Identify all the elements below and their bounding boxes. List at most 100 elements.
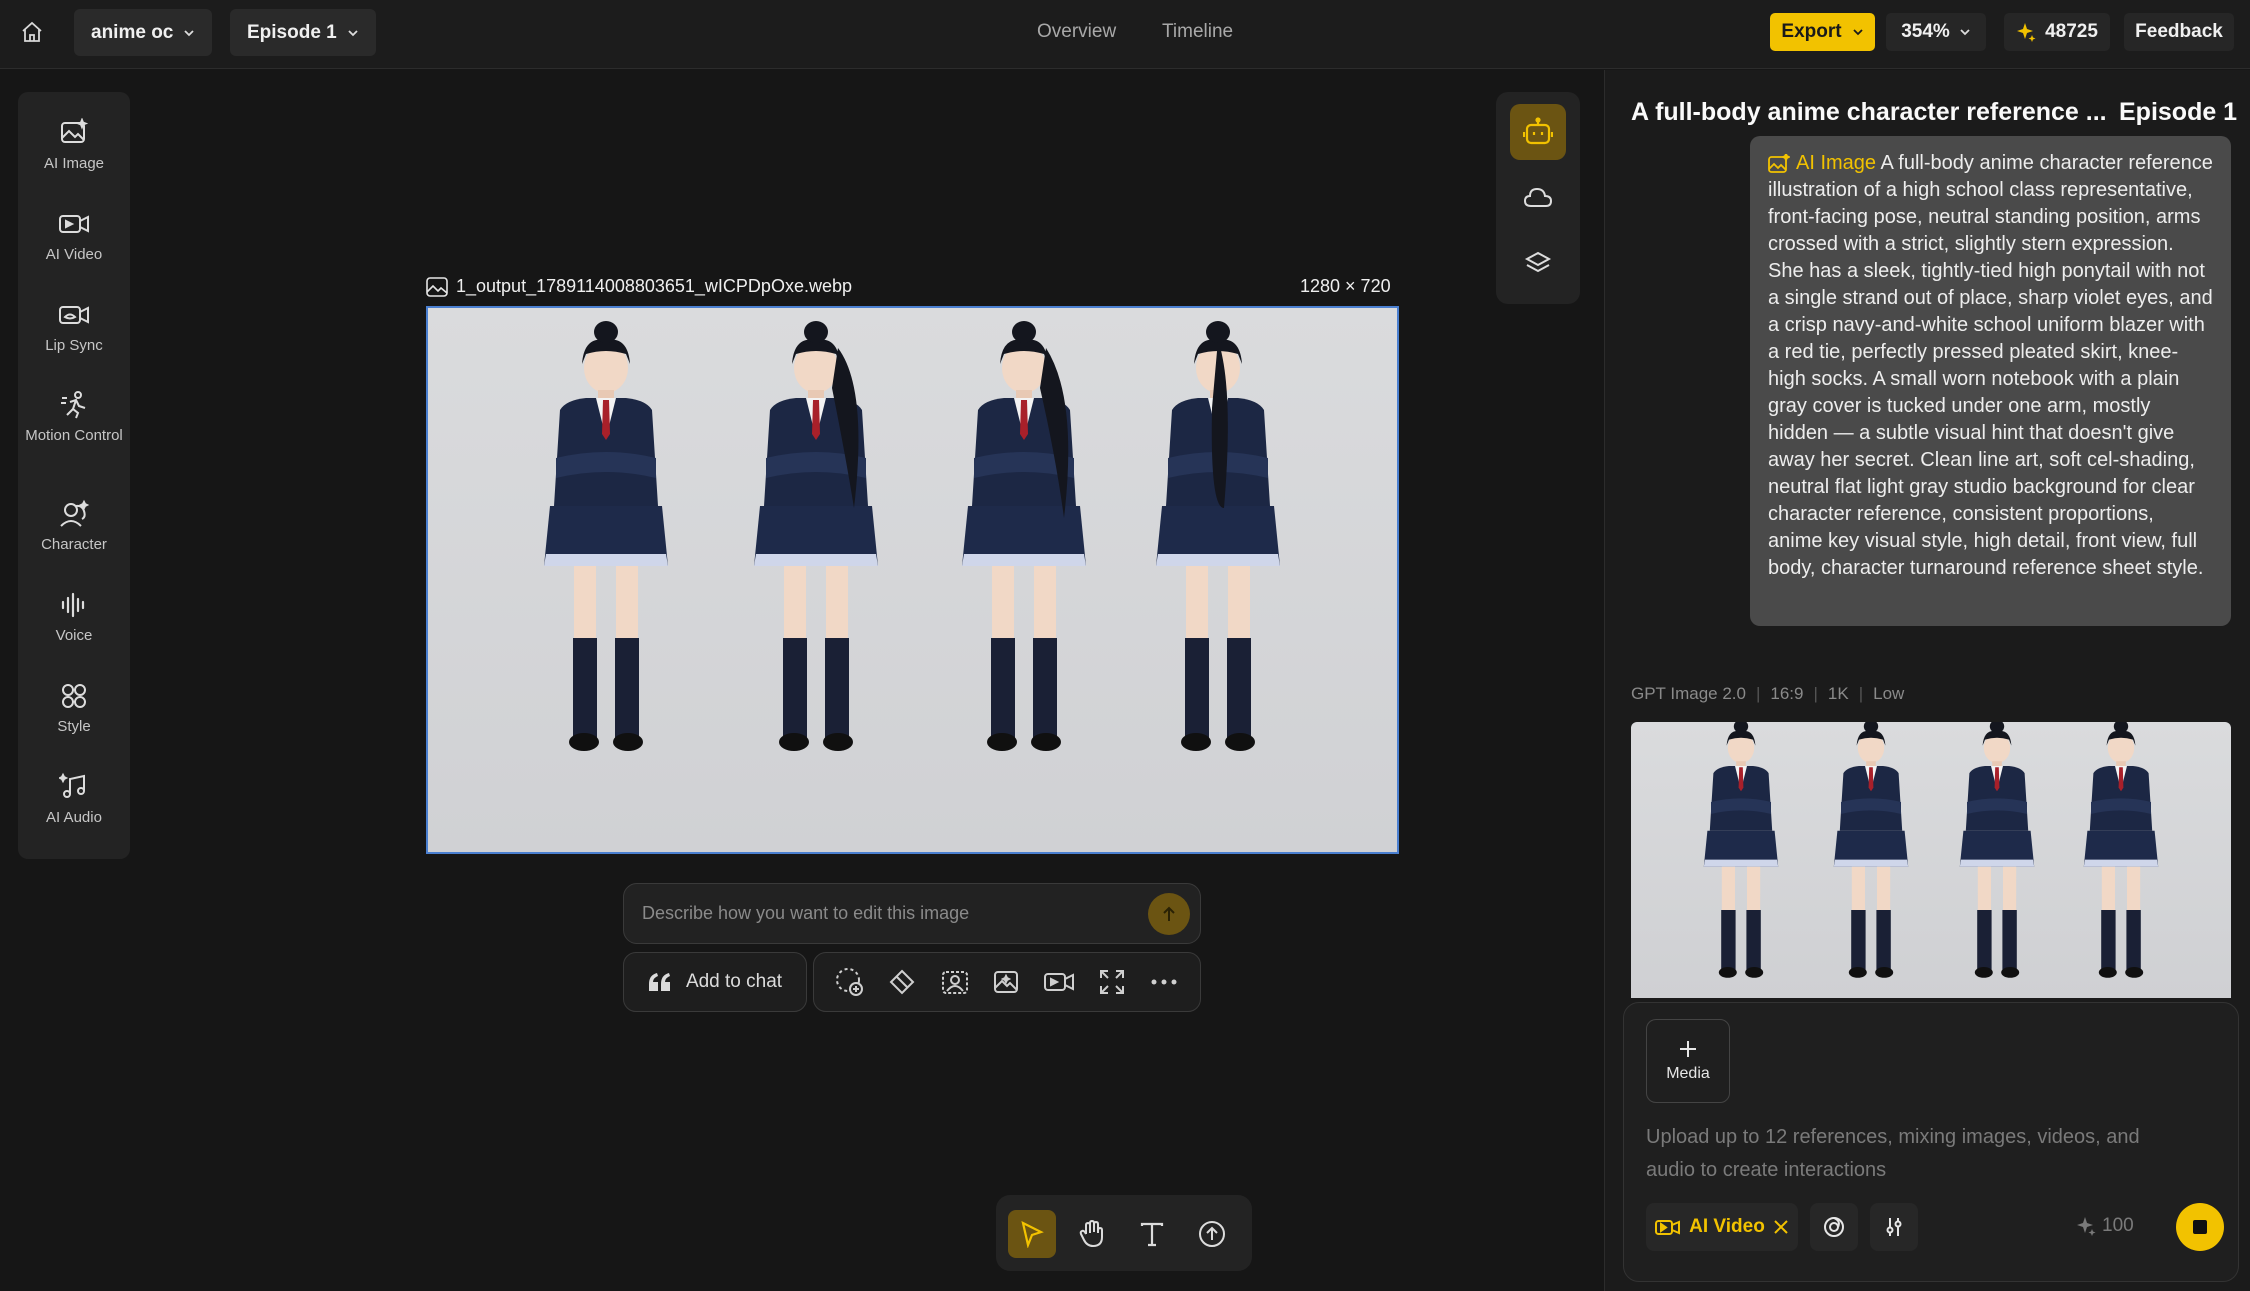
feedback-label: Feedback (2135, 21, 2223, 42)
select-area-tool[interactable] (832, 964, 868, 1000)
episode-selector[interactable]: Episode 1 (230, 9, 376, 56)
edit-image-input[interactable]: Describe how you want to edit this image (623, 883, 1201, 944)
chevron-down-icon (184, 29, 195, 36)
image-tool-row (813, 952, 1201, 1012)
export-button[interactable]: Export (1770, 13, 1875, 51)
sidebar-item-motion-control[interactable]: Motion Control (18, 390, 130, 445)
character-icon (60, 499, 90, 527)
mode-chip-ai-video[interactable]: AI Video (1646, 1203, 1798, 1251)
composer-input[interactable]: Upload up to 12 references, mixing image… (1646, 1121, 2186, 1187)
mode-label: AI Video (1689, 1216, 1765, 1237)
add-media-button[interactable]: Media (1646, 1019, 1730, 1103)
stop-icon (2193, 1220, 2207, 1234)
hand-icon (1079, 1219, 1103, 1248)
edit-image-placeholder: Describe how you want to edit this image (642, 903, 970, 923)
video-icon (1044, 973, 1075, 991)
plus-icon (1680, 1041, 1696, 1057)
chevron-down-icon (348, 29, 358, 36)
credits-count: 48725 (2045, 21, 2098, 42)
add-to-chat-button[interactable]: Add to chat (623, 952, 807, 1012)
openai-icon (1824, 1217, 1844, 1237)
ai-image-tag-label: AI Image (1796, 152, 1877, 174)
zoom-level: 354% (1901, 21, 1950, 42)
sidebar-label: Motion Control (25, 427, 123, 444)
image-to-image-tool[interactable] (989, 964, 1025, 1000)
eraser-tool[interactable] (884, 964, 920, 1000)
ai-image-icon (1768, 153, 1790, 173)
text-tool[interactable] (1128, 1210, 1176, 1258)
composer-placeholder: Upload up to 12 references, mixing image… (1646, 1126, 2140, 1181)
feedback-button[interactable]: Feedback (2124, 13, 2234, 51)
sidebar-label: AI Video (45, 246, 103, 263)
upscale-tool[interactable] (1094, 964, 1130, 1000)
remove-background-icon (941, 971, 968, 994)
cloud-icon (1523, 187, 1553, 207)
remove-background-tool[interactable] (937, 964, 973, 1000)
style-icon (62, 684, 86, 708)
canvas-image[interactable] (426, 306, 1399, 854)
episode-name: Episode 1 (247, 21, 337, 43)
chat-composer: Media Upload up to 12 references, mixing… (1623, 1002, 2239, 1282)
stop-generation-button[interactable] (2176, 1203, 2224, 1251)
sidebar-label: AI Image (43, 155, 105, 172)
image-sparkle-icon (993, 971, 1018, 993)
layers-button[interactable] (1510, 236, 1566, 292)
canvas-filename: 1_output_1789114008803651_wICPDpOxe.webp (456, 276, 852, 296)
sidebar-item-ai-video[interactable]: AI Video (18, 209, 130, 264)
model-button[interactable] (1810, 1203, 1858, 1251)
meta-model: GPT Image 2.0 (1631, 684, 1746, 703)
ai-image-icon (61, 118, 89, 143)
sidebar-label: Character (41, 536, 107, 553)
settings-button[interactable] (1870, 1203, 1918, 1251)
quote-icon (648, 973, 670, 991)
media-label: Media (1666, 1065, 1710, 1082)
generated-image-thumbnail[interactable] (1631, 722, 2231, 998)
sidebar-item-lip-sync[interactable]: Lip Sync (18, 300, 130, 355)
cloud-button[interactable] (1510, 170, 1566, 226)
hand-tool[interactable] (1068, 1210, 1116, 1258)
sidebar-item-voice[interactable]: Voice (18, 590, 130, 645)
sidebar-item-character[interactable]: Character (18, 499, 130, 554)
project-selector[interactable]: anime oc (74, 9, 213, 56)
floating-toolbar (1496, 92, 1580, 304)
prompt-message: AI Image A full-body anime character ref… (1750, 136, 2231, 626)
close-icon[interactable] (1773, 1219, 1789, 1235)
cost-value: 100 (2102, 1215, 2134, 1236)
project-name: anime oc (91, 21, 174, 43)
cursor-icon (1021, 1220, 1044, 1248)
prompt-text: A full-body anime character reference il… (1768, 152, 2213, 579)
text-icon (1140, 1222, 1164, 1247)
generation-cost: 100 (2076, 1215, 2134, 1237)
sidebar-label: AI Audio (46, 809, 102, 826)
sidebar-label: Lip Sync (45, 337, 103, 354)
more-options-button[interactable] (1146, 964, 1182, 1000)
tab-timeline[interactable]: Timeline (1162, 21, 1233, 43)
image-to-video-tool[interactable] (1041, 964, 1077, 1000)
ai-audio-icon (59, 772, 85, 798)
meta-quality: Low (1873, 684, 1905, 703)
canvas-filename-row: 1_output_1789114008803651_wICPDpOxe.webp (426, 276, 852, 297)
sidebar-item-ai-audio[interactable]: AI Audio (18, 772, 130, 827)
image-icon (426, 276, 448, 297)
sidebar-label: Voice (55, 627, 93, 644)
sidebar-label: Style (57, 718, 91, 735)
pointer-tool[interactable] (1008, 1210, 1056, 1258)
tool-sidebar: AI Image AI Video Lip Sync Motion Contro… (18, 92, 130, 859)
sidebar-item-ai-image[interactable]: AI Image (18, 118, 130, 173)
expand-icon (1099, 970, 1124, 994)
layers-icon (1524, 251, 1552, 273)
zoom-selector[interactable]: 354% (1886, 13, 1986, 51)
ai-video-icon (59, 215, 89, 233)
upload-tool[interactable] (1188, 1210, 1236, 1258)
tab-overview[interactable]: Overview (1037, 21, 1116, 43)
meta-divider: | (1755, 684, 1761, 703)
sidebar-item-style[interactable]: Style (18, 681, 130, 736)
send-edit-button[interactable] (1148, 893, 1190, 935)
home-icon[interactable] (16, 16, 48, 48)
ai-assistant-button[interactable] (1510, 104, 1566, 160)
credits-badge[interactable]: 48725 (2004, 13, 2110, 51)
voice-icon (61, 592, 85, 618)
chat-panel: A full-body anime character reference ..… (1604, 70, 2250, 1291)
motion-control-icon (61, 391, 86, 419)
sparkle-icon (2077, 1217, 2096, 1236)
